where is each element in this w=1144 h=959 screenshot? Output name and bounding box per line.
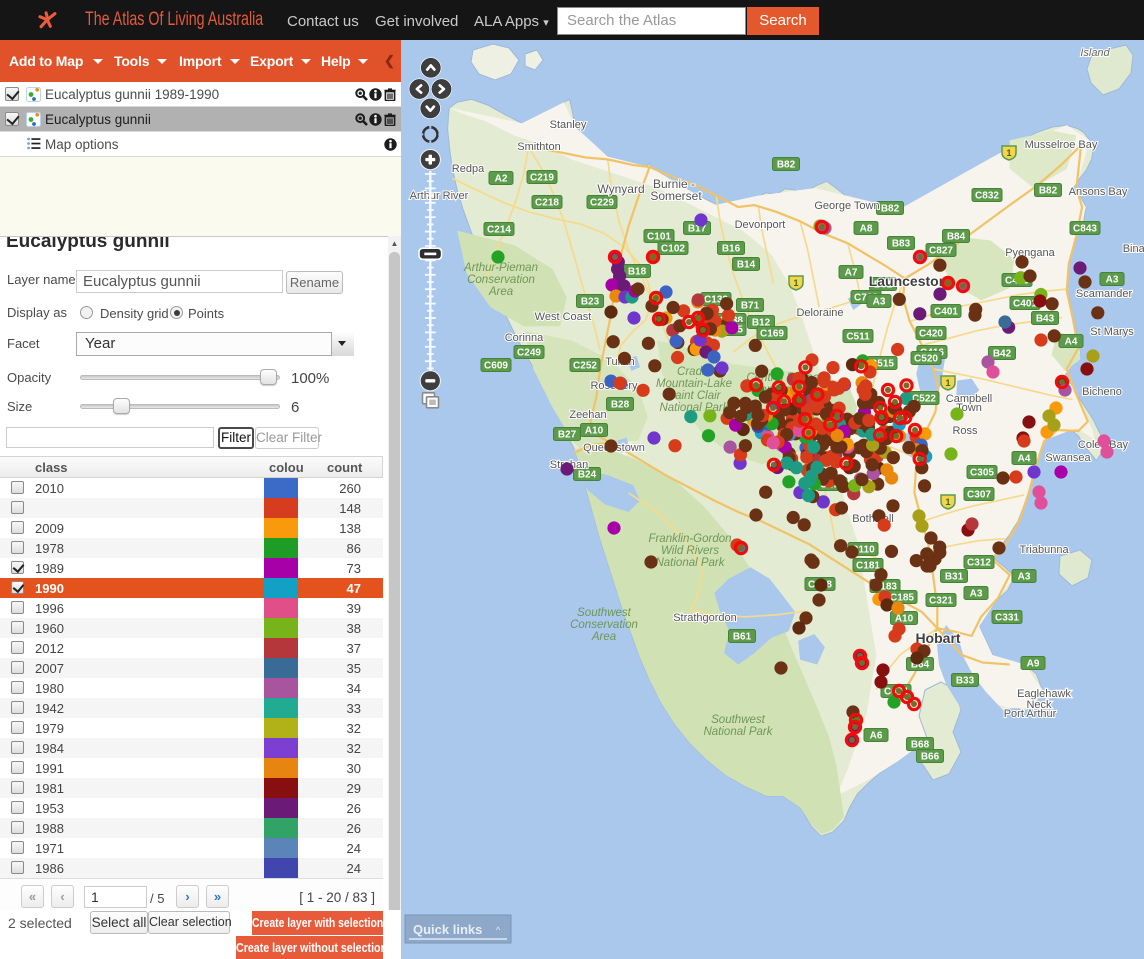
svg-text:Deloraine: Deloraine bbox=[796, 307, 843, 319]
svg-text:Arthur River: Arthur River bbox=[410, 190, 469, 202]
svg-text:1: 1 bbox=[1006, 148, 1011, 158]
svg-text:Ansons Bay: Ansons Bay bbox=[1069, 186, 1128, 198]
svg-text:C229: C229 bbox=[590, 198, 614, 209]
svg-text:C249: C249 bbox=[517, 348, 541, 359]
svg-text:West Coast: West Coast bbox=[535, 311, 592, 323]
svg-text:A9: A9 bbox=[1027, 659, 1040, 670]
svg-text:B28: B28 bbox=[611, 400, 630, 411]
svg-text:B82: B82 bbox=[1039, 186, 1058, 197]
svg-text:B71: B71 bbox=[741, 301, 760, 312]
svg-text:Triabunna: Triabunna bbox=[1019, 544, 1069, 556]
svg-text:Devonport: Devonport bbox=[735, 219, 786, 231]
svg-text:B82: B82 bbox=[777, 160, 796, 171]
svg-text:C321: C321 bbox=[929, 596, 953, 607]
svg-text:C219: C219 bbox=[530, 173, 554, 184]
svg-text:A2: A2 bbox=[495, 174, 508, 185]
svg-text:A3: A3 bbox=[970, 589, 983, 600]
svg-text:Corinna: Corinna bbox=[505, 332, 544, 344]
svg-text:C214: C214 bbox=[487, 225, 511, 236]
svg-text:C307: C307 bbox=[967, 490, 991, 501]
svg-text:C331: C331 bbox=[995, 613, 1019, 624]
svg-text:C827: C827 bbox=[929, 246, 953, 257]
svg-text:Somerset: Somerset bbox=[650, 189, 702, 203]
svg-text:National Park: National Park bbox=[703, 726, 773, 738]
svg-text:National Park: National Park bbox=[655, 557, 725, 569]
svg-text:A3: A3 bbox=[873, 297, 886, 308]
svg-text:B83: B83 bbox=[892, 239, 911, 250]
svg-text:Launceston: Launceston bbox=[869, 273, 948, 289]
svg-text:B23: B23 bbox=[581, 297, 600, 308]
svg-text:Island: Island bbox=[1080, 47, 1110, 59]
svg-text:B84: B84 bbox=[947, 232, 966, 243]
svg-text:A3: A3 bbox=[1106, 275, 1119, 286]
svg-text:C185: C185 bbox=[890, 593, 914, 604]
svg-text:Smithton: Smithton bbox=[517, 141, 560, 153]
svg-text:George Town: George Town bbox=[814, 200, 879, 212]
svg-text:Southwest: Southwest bbox=[577, 607, 632, 619]
svg-text:A6: A6 bbox=[870, 731, 883, 742]
svg-text:B68: B68 bbox=[911, 740, 930, 751]
svg-text:C520: C520 bbox=[914, 354, 938, 365]
svg-text:C511: C511 bbox=[846, 332, 870, 343]
svg-text:Area: Area bbox=[488, 286, 513, 298]
svg-text:Area: Area bbox=[591, 631, 616, 643]
svg-text:1: 1 bbox=[945, 497, 950, 507]
svg-text:Strathgordon: Strathgordon bbox=[673, 612, 737, 624]
svg-text:A4: A4 bbox=[1065, 337, 1078, 348]
svg-text:B61: B61 bbox=[733, 632, 752, 643]
svg-text:Quick links: Quick links bbox=[413, 922, 482, 937]
svg-text:C609: C609 bbox=[484, 361, 508, 372]
svg-text:Ross: Ross bbox=[952, 425, 978, 437]
svg-text:C401: C401 bbox=[934, 307, 958, 318]
svg-text:1: 1 bbox=[793, 278, 798, 288]
svg-text:Binalo: Binalo bbox=[1123, 243, 1144, 255]
svg-text:Zeehan: Zeehan bbox=[569, 409, 606, 421]
svg-text:C102: C102 bbox=[661, 244, 685, 255]
svg-text:1: 1 bbox=[945, 378, 950, 388]
svg-text:C420: C420 bbox=[919, 329, 943, 340]
svg-text:A4: A4 bbox=[1018, 454, 1031, 465]
svg-text:Musselroe Bay: Musselroe Bay bbox=[1025, 139, 1098, 151]
svg-text:Swansea: Swansea bbox=[1045, 452, 1091, 464]
svg-text:B31: B31 bbox=[945, 572, 964, 583]
svg-text:B43: B43 bbox=[1036, 314, 1055, 325]
svg-text:B66: B66 bbox=[921, 752, 940, 763]
svg-text:B42: B42 bbox=[993, 349, 1012, 360]
svg-text:C312: C312 bbox=[967, 558, 991, 569]
svg-text:B82: B82 bbox=[881, 204, 900, 215]
svg-text:A3: A3 bbox=[1018, 572, 1031, 583]
svg-text:Pyengana: Pyengana bbox=[1005, 247, 1055, 259]
svg-text:Conservation: Conservation bbox=[570, 619, 638, 631]
svg-text:C252: C252 bbox=[573, 361, 597, 372]
svg-text:C169: C169 bbox=[760, 329, 784, 340]
svg-text:Wynyard: Wynyard bbox=[597, 182, 644, 196]
svg-text:Arthur-Pieman: Arthur-Pieman bbox=[463, 262, 538, 274]
svg-text:Franklin-Gordon: Franklin-Gordon bbox=[648, 533, 731, 545]
svg-text:B16: B16 bbox=[722, 244, 741, 255]
svg-text:Redpa: Redpa bbox=[452, 163, 485, 175]
svg-text:Conservation: Conservation bbox=[467, 274, 535, 286]
svg-text:Scamander: Scamander bbox=[1076, 288, 1133, 300]
svg-text:C305: C305 bbox=[970, 468, 994, 479]
svg-text:A10: A10 bbox=[585, 426, 604, 437]
svg-text:Wild Rivers: Wild Rivers bbox=[661, 545, 719, 557]
svg-text:Saint Clair: Saint Clair bbox=[667, 390, 721, 402]
svg-text:C101: C101 bbox=[647, 232, 671, 243]
svg-text:A8: A8 bbox=[860, 224, 873, 235]
svg-text:C832: C832 bbox=[975, 191, 999, 202]
svg-text:Neck: Neck bbox=[1026, 699, 1052, 711]
svg-text:St Marys: St Marys bbox=[1090, 326, 1134, 338]
svg-text:C843: C843 bbox=[1073, 224, 1097, 235]
svg-text:Southwest: Southwest bbox=[711, 714, 766, 726]
svg-text:B14: B14 bbox=[737, 260, 756, 271]
svg-text:B27: B27 bbox=[558, 430, 577, 441]
svg-text:B18: B18 bbox=[628, 267, 647, 278]
svg-text:C218: C218 bbox=[535, 198, 559, 209]
svg-text:Stanley: Stanley bbox=[550, 119, 587, 131]
svg-text:A7: A7 bbox=[845, 268, 858, 279]
svg-text:B24: B24 bbox=[578, 470, 597, 481]
svg-text:Bicheno: Bicheno bbox=[1082, 386, 1122, 398]
